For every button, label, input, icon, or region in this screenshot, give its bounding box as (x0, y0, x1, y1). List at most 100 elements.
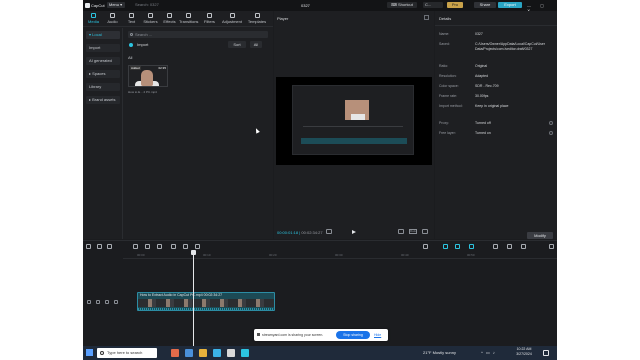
sidebar-item-brand-assets[interactable]: ▸ Brand assets (86, 96, 120, 104)
tab-transitions[interactable]: Transitions (179, 12, 198, 26)
microphone-icon[interactable] (423, 244, 428, 249)
ruler-tick: 00:10 (203, 253, 211, 257)
import-indicator-icon (129, 43, 133, 47)
ratio-button[interactable]: Ratio (409, 229, 417, 234)
tab-stickers[interactable]: Stickers (141, 12, 160, 26)
tab-audio[interactable]: Audio (103, 12, 122, 26)
clip-title: How to Extract Audio in CapCut PC.mp4 00… (140, 293, 223, 297)
added-badge: Added (130, 66, 141, 70)
zoom-out-icon[interactable] (493, 244, 498, 249)
title-bar: CapCut Menu ▾ Search: 0327 0327 ⌨ Shortc… (83, 0, 557, 13)
split-left-icon[interactable] (145, 244, 150, 249)
weather-widget[interactable]: 21°F Mostly sunny (423, 350, 456, 355)
sort-button[interactable]: Sort (228, 41, 246, 48)
player-panel: Player 00:00:01:18 | 00:02:34:27 Ratio (274, 11, 434, 239)
tab-text[interactable]: Text (122, 12, 141, 26)
sidebar-item-library[interactable]: Library (86, 83, 120, 91)
share-button[interactable]: Share (474, 2, 496, 8)
player-menu-icon[interactable] (424, 15, 429, 20)
delete-icon[interactable] (171, 244, 176, 249)
timeline-ruler[interactable]: 00:00 00:10 00:20 00:30 00:40 00:50 (123, 253, 557, 259)
select-tool-icon[interactable] (86, 244, 91, 249)
track-header (83, 293, 123, 313)
window-controls[interactable]: — ▢ ✕ (527, 3, 555, 13)
play-button[interactable] (352, 230, 356, 234)
track-hide-icon[interactable] (96, 300, 100, 304)
preview-axis-icon[interactable] (469, 244, 474, 249)
edge-icon[interactable] (213, 349, 221, 357)
capcut-logo-icon (85, 3, 90, 8)
import-button[interactable]: Import (137, 42, 148, 47)
shield-icon[interactable] (183, 244, 188, 249)
sidebar-item-import[interactable]: Import (86, 44, 120, 52)
details-title: Details (439, 16, 452, 21)
app-name: CapCut (91, 3, 105, 8)
pro-button[interactable]: Pro (447, 2, 463, 8)
fullscreen-preview-icon[interactable] (326, 229, 332, 234)
media-icon (91, 13, 96, 18)
timeline-toolbar (83, 242, 557, 251)
redo-icon[interactable] (107, 244, 112, 249)
taskbar-search-input[interactable]: Type here to search (97, 348, 157, 358)
sidebar-item-ai-generated[interactable]: AI generated (86, 57, 120, 65)
shortcut-button[interactable]: ⌨ Shortcut (387, 2, 417, 8)
ruler-tick: 00:30 (335, 253, 343, 257)
notification-icon[interactable] (543, 350, 549, 356)
menu-button[interactable]: Menu ▾ (107, 2, 125, 8)
tab-effects[interactable]: Effects (160, 12, 179, 26)
playhead[interactable] (191, 250, 196, 346)
filters-icon (207, 13, 212, 18)
preview-frame (292, 85, 414, 155)
clip-waveform (138, 308, 274, 310)
track-more-icon[interactable] (114, 300, 118, 304)
sidebar-item-local[interactable]: ▾ Local (86, 31, 120, 39)
info-icon[interactable] (549, 131, 553, 135)
media-clip-thumbnail[interactable]: Added 02:35 (128, 65, 168, 87)
crop-icon[interactable] (398, 229, 404, 234)
taskbar-app-icon[interactable] (185, 349, 193, 357)
player-title: Player (277, 16, 289, 21)
zoom-slider-icon[interactable] (507, 244, 512, 249)
capcut-taskbar-icon[interactable] (241, 349, 249, 357)
start-button-icon[interactable] (86, 349, 93, 356)
split-right-icon[interactable] (157, 244, 162, 249)
tab-filters[interactable]: Filters (200, 12, 219, 26)
sidebar-item-spaces[interactable]: ▸ Spaces (86, 70, 120, 78)
filter-all-button[interactable]: All (250, 41, 262, 48)
timeline-video-clip[interactable]: How to Extract Audio in CapCut PC.mp4 00… (137, 292, 275, 311)
track-lock-icon[interactable] (87, 300, 91, 304)
media-search-input[interactable]: Search ... (128, 31, 268, 38)
tab-templates[interactable]: Templates (245, 12, 269, 26)
zoom-in-icon[interactable] (521, 244, 526, 249)
link-icon[interactable] (443, 244, 448, 249)
fullscreen-icon[interactable] (422, 229, 428, 234)
tab-adjustment[interactable]: Adjustment (221, 12, 243, 26)
magnet-icon[interactable] (455, 244, 460, 249)
export-button[interactable]: Export (498, 2, 522, 8)
title-search[interactable]: Search: 0327 (135, 2, 185, 8)
split-icon[interactable] (133, 244, 138, 249)
file-explorer-icon[interactable] (199, 349, 207, 357)
clip-filename: How to E... 2 PC.mp4 (128, 90, 157, 94)
crop-tool-icon[interactable] (195, 244, 200, 249)
playhead-handle[interactable] (191, 250, 196, 255)
tab-media[interactable]: Media (84, 12, 103, 26)
stop-sharing-button[interactable]: Stop sharing (336, 331, 370, 339)
ruler-tick: 00:20 (269, 253, 277, 257)
taskbar-app-icon[interactable] (171, 349, 179, 357)
account-button[interactable]: C... (423, 2, 443, 8)
taskbar-app-icon[interactable] (227, 349, 235, 357)
undo-icon[interactable] (97, 244, 102, 249)
track-mute-icon[interactable] (105, 300, 109, 304)
hide-share-bar-link[interactable]: Hide (374, 333, 381, 337)
mouse-cursor-icon (254, 127, 260, 134)
modify-button[interactable]: Modify (527, 232, 553, 239)
info-icon[interactable] (549, 121, 553, 125)
timecode-total: 00:02:34:27 (301, 230, 323, 235)
player-viewport[interactable] (276, 77, 432, 165)
media-panel: Media Audio Text Stickers Effects Transi… (83, 11, 273, 239)
effects-icon (167, 13, 172, 18)
fit-icon[interactable] (549, 244, 554, 249)
taskbar-clock[interactable]: 10:22 AM 3/27/2024 (511, 347, 537, 357)
system-tray[interactable]: ^ ▭ ♪ (481, 350, 496, 355)
